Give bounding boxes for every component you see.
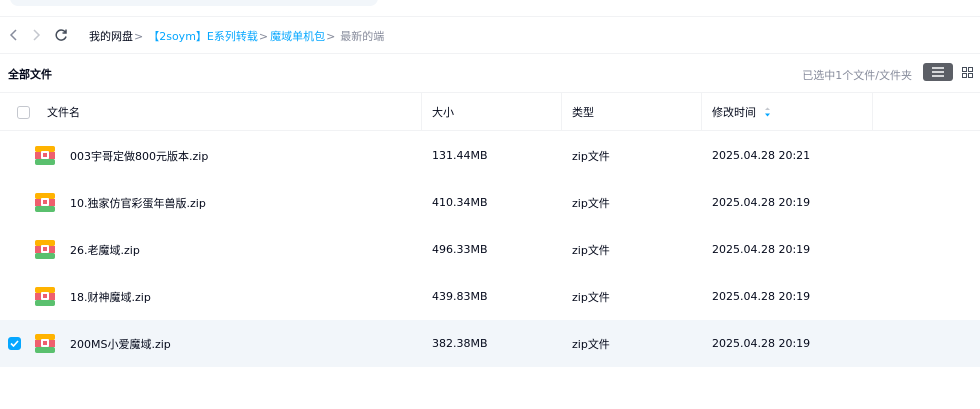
back-button[interactable] [5, 26, 23, 44]
file-modified: 2025.04.28 20:19 [712, 196, 811, 209]
file-modified: 2025.04.28 20:21 [712, 149, 811, 162]
column-header-modified[interactable]: 修改时间 [712, 93, 771, 131]
zip-file-icon [35, 193, 55, 212]
checkmark-icon [10, 340, 19, 347]
file-name[interactable]: 18.财神魔域.zip [70, 273, 151, 320]
page-title: 全部文件 [8, 68, 52, 81]
navigation-bar: 我的网盘 > 【2soym】E系列转载 > 魔域单机包 > 最新的端 [0, 18, 980, 54]
breadcrumb-item-subfolder[interactable]: 魔域单机包 [270, 28, 325, 44]
table-row[interactable]: 10.独家仿官彩蛋年兽版.zip 410.34MB zip文件 2025.04.… [0, 179, 980, 226]
file-type: zip文件 [572, 337, 610, 351]
breadcrumb-separator: > [258, 29, 269, 43]
file-modified: 2025.04.28 20:19 [712, 290, 811, 303]
zip-file-icon [35, 334, 55, 353]
breadcrumb-item-current: 最新的端 [340, 30, 385, 43]
file-size: 382.38MB [432, 337, 488, 350]
top-strip [0, 0, 980, 17]
file-type: zip文件 [572, 290, 610, 304]
table-row-selected[interactable]: 200MS小爱魔域.zip 382.38MB zip文件 2025.04.28 … [0, 320, 980, 367]
file-name[interactable]: 26.老魔域.zip [70, 226, 140, 273]
file-size: 439.83MB [432, 290, 488, 303]
zip-file-icon [35, 240, 55, 259]
search-bar-edge[interactable] [10, 0, 378, 6]
zip-file-icon [35, 146, 55, 165]
file-type: zip文件 [572, 196, 610, 210]
list-view-button[interactable] [923, 63, 953, 81]
selection-count: 已选中1个文件/文件夹 [802, 69, 912, 82]
table-header: 文件名 大小 类型 修改时间 [0, 92, 980, 131]
file-size: 131.44MB [432, 149, 488, 162]
file-name[interactable]: 10.独家仿官彩蛋年兽版.zip [70, 179, 206, 226]
table-row[interactable]: 18.财神魔域.zip 439.83MB zip文件 2025.04.28 20… [0, 273, 980, 320]
file-name[interactable]: 003宇哥定做800元版本.zip [70, 132, 208, 179]
sort-desc-icon[interactable] [764, 107, 771, 117]
refresh-button[interactable] [52, 26, 70, 44]
column-divider [701, 93, 702, 131]
column-divider [561, 93, 562, 131]
zip-file-icon [35, 287, 55, 306]
column-header-modified-label: 修改时间 [712, 106, 756, 119]
grid-view-button[interactable] [955, 63, 980, 81]
file-name[interactable]: 200MS小爱魔域.zip [70, 320, 171, 367]
column-header-size[interactable]: 大小 [432, 93, 454, 131]
breadcrumb-separator: > [134, 29, 144, 43]
breadcrumb-separator: > [326, 29, 336, 43]
column-header-name[interactable]: 文件名 [47, 93, 80, 131]
chevron-right-icon [33, 29, 41, 41]
column-header-type[interactable]: 类型 [572, 93, 594, 131]
refresh-icon [55, 29, 67, 41]
breadcrumb-item-root[interactable]: 我的网盘 [89, 28, 133, 44]
select-all-checkbox[interactable] [17, 106, 30, 119]
column-divider [421, 93, 422, 131]
column-divider [872, 93, 873, 131]
forward-button[interactable] [27, 26, 45, 44]
row-checkbox[interactable] [8, 337, 21, 350]
table-row[interactable]: 26.老魔域.zip 496.33MB zip文件 2025.04.28 20:… [0, 226, 980, 273]
chevron-left-icon [9, 29, 17, 41]
breadcrumb: 我的网盘 > 【2soym】E系列转载 > 魔域单机包 > 最新的端 [89, 28, 384, 44]
breadcrumb-item-folder[interactable]: 【2soym】E系列转载 [148, 28, 258, 44]
file-type: zip文件 [572, 149, 610, 163]
table-row[interactable]: 003宇哥定做800元版本.zip 131.44MB zip文件 2025.04… [0, 132, 980, 179]
file-modified: 2025.04.28 20:19 [712, 243, 811, 256]
grid-view-icon [962, 66, 973, 78]
file-size: 496.33MB [432, 243, 488, 256]
file-type: zip文件 [572, 243, 610, 257]
file-size: 410.34MB [432, 196, 488, 209]
file-modified: 2025.04.28 20:19 [712, 337, 811, 350]
file-toolbar: 全部文件 已选中1个文件/文件夹 [0, 55, 980, 92]
list-view-icon [932, 67, 944, 77]
